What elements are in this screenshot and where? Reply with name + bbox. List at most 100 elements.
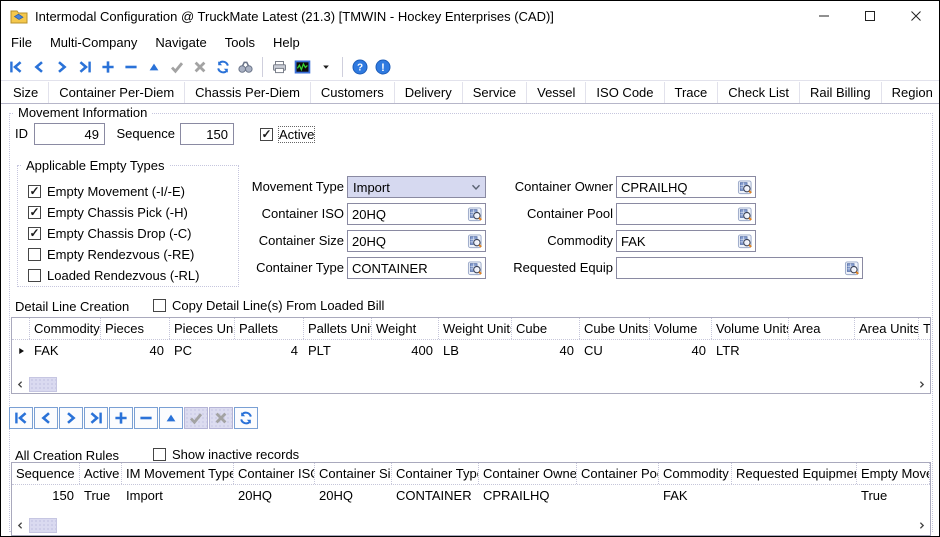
loaded-rendezvous-rl-checkbox[interactable] bbox=[28, 269, 41, 282]
column-header-pallets-units[interactable]: Pallets Units bbox=[304, 318, 372, 339]
next-record-button[interactable] bbox=[50, 55, 73, 78]
nav-first-record-button[interactable] bbox=[9, 407, 33, 429]
requested-equip-field[interactable] bbox=[616, 257, 863, 279]
menu-help[interactable]: Help bbox=[264, 33, 309, 52]
column-header-requested-equipment[interactable]: Requested Equipment bbox=[732, 463, 857, 484]
tab-chassis-per-diem[interactable]: Chassis Per-Diem bbox=[185, 82, 311, 103]
post-edit-button[interactable] bbox=[165, 55, 188, 78]
container-size-lookup-button[interactable] bbox=[466, 233, 483, 250]
close-button[interactable] bbox=[893, 1, 939, 31]
container-pool-field[interactable] bbox=[616, 203, 756, 225]
tab-iso-code[interactable]: ISO Code bbox=[586, 82, 664, 103]
tab-region[interactable]: Region bbox=[882, 82, 940, 103]
column-header-container-owner[interactable]: Container Owner bbox=[479, 463, 577, 484]
column-header-weight[interactable]: Weight bbox=[372, 318, 439, 339]
grid-row[interactable]: FAK40PC4PLT400LB40CU40LTR bbox=[12, 340, 930, 361]
menu-file[interactable]: File bbox=[2, 33, 41, 52]
column-header-area-units[interactable]: Area Units bbox=[855, 318, 919, 339]
container-owner-field[interactable]: CPRAILHQ bbox=[616, 176, 756, 198]
column-header-container-iso[interactable]: Container ISO bbox=[234, 463, 315, 484]
trace-monitor-dropdown-button[interactable] bbox=[314, 55, 337, 78]
container-iso-field[interactable]: 20HQ bbox=[347, 203, 486, 225]
scroll-left-button[interactable] bbox=[12, 377, 29, 393]
copy-detail-lines-checkbox[interactable] bbox=[153, 299, 166, 312]
container-size-field[interactable]: 20HQ bbox=[347, 230, 486, 252]
column-header-empty-mover[interactable]: Empty Mover bbox=[857, 463, 930, 484]
column-header-pieces-units[interactable]: Pieces Units bbox=[170, 318, 235, 339]
nav-delete-record-button[interactable] bbox=[134, 407, 158, 429]
column-header-container-type[interactable]: Container Type bbox=[392, 463, 479, 484]
nav-last-record-button[interactable] bbox=[84, 407, 108, 429]
insert-record-button[interactable] bbox=[96, 55, 119, 78]
delete-record-button[interactable] bbox=[119, 55, 142, 78]
first-record-button[interactable] bbox=[4, 55, 27, 78]
container-type-field[interactable]: CONTAINER bbox=[347, 257, 486, 279]
tab-rail-billing[interactable]: Rail Billing bbox=[800, 82, 882, 103]
movement-type-select[interactable]: Import bbox=[347, 176, 486, 198]
column-header-container-size[interactable]: Container Size bbox=[315, 463, 392, 484]
prior-record-button[interactable] bbox=[27, 55, 50, 78]
container-pool-lookup-button[interactable] bbox=[736, 206, 753, 223]
edit-record-button[interactable] bbox=[142, 55, 165, 78]
nav-post-edit-button[interactable] bbox=[184, 407, 208, 429]
column-header-pieces[interactable]: Pieces bbox=[101, 318, 170, 339]
help-button[interactable]: ? bbox=[348, 55, 371, 78]
id-field[interactable]: 49 bbox=[34, 123, 105, 145]
maximize-button[interactable] bbox=[847, 1, 893, 31]
tab-trace[interactable]: Trace bbox=[665, 82, 719, 103]
column-header-cube-units[interactable]: Cube Units bbox=[580, 318, 650, 339]
column-header-im-movement-type[interactable]: IM Movement Type bbox=[122, 463, 234, 484]
empty-chassis-pick-h-checkbox[interactable] bbox=[28, 206, 41, 219]
empty-chassis-drop-c-checkbox[interactable] bbox=[28, 227, 41, 240]
column-header-container-pool[interactable]: Container Pool bbox=[577, 463, 659, 484]
column-header-volume[interactable]: Volume bbox=[650, 318, 712, 339]
grid-row[interactable]: 150TrueImport20HQ20HQCONTAINERCPRAILHQFA… bbox=[12, 485, 930, 506]
column-header-weight-units[interactable]: Weight Units bbox=[439, 318, 512, 339]
requested-equip-lookup-button[interactable] bbox=[843, 260, 860, 277]
scrollbar-thumb[interactable] bbox=[29, 518, 57, 533]
scroll-right-button[interactable] bbox=[913, 377, 930, 393]
last-record-button[interactable] bbox=[73, 55, 96, 78]
column-header-active[interactable]: Active bbox=[80, 463, 122, 484]
commodity-lookup-button[interactable] bbox=[736, 233, 753, 250]
tab-size[interactable]: Size bbox=[3, 82, 49, 103]
tab-delivery[interactable]: Delivery bbox=[395, 82, 463, 103]
tab-container-per-diem[interactable]: Container Per-Diem bbox=[49, 82, 185, 103]
container-iso-lookup-button[interactable] bbox=[466, 206, 483, 223]
commodity-field[interactable]: FAK bbox=[616, 230, 756, 252]
nav-edit-record-button[interactable] bbox=[159, 407, 183, 429]
scrollbar-thumb[interactable] bbox=[29, 377, 57, 392]
container-owner-lookup-button[interactable] bbox=[736, 179, 753, 196]
menu-navigate[interactable]: Navigate bbox=[146, 33, 215, 52]
empty-movement-i-e-checkbox[interactable] bbox=[28, 185, 41, 198]
sequence-field[interactable]: 150 bbox=[180, 123, 234, 145]
tab-vessel[interactable]: Vessel bbox=[527, 82, 586, 103]
print-button[interactable] bbox=[268, 55, 291, 78]
active-checkbox[interactable] bbox=[260, 128, 273, 141]
search-button[interactable] bbox=[234, 55, 257, 78]
nav-prior-record-button[interactable] bbox=[34, 407, 58, 429]
container-type-lookup-button[interactable] bbox=[466, 260, 483, 277]
column-header-ter[interactable]: Ter bbox=[919, 318, 931, 339]
column-header-cube[interactable]: Cube bbox=[512, 318, 580, 339]
column-header-area[interactable]: Area bbox=[789, 318, 855, 339]
column-header-sequence[interactable]: Sequence bbox=[12, 463, 80, 484]
column-header-volume-units[interactable]: Volume Units bbox=[712, 318, 789, 339]
scroll-left-button[interactable] bbox=[12, 518, 29, 534]
tab-service[interactable]: Service bbox=[463, 82, 527, 103]
menu-tools[interactable]: Tools bbox=[216, 33, 264, 52]
menu-multi-company[interactable]: Multi-Company bbox=[41, 33, 146, 52]
show-inactive-checkbox[interactable] bbox=[153, 448, 166, 461]
nav-insert-record-button[interactable] bbox=[109, 407, 133, 429]
tab-check-list[interactable]: Check List bbox=[718, 82, 800, 103]
info-button[interactable]: ! bbox=[371, 55, 394, 78]
tab-customers[interactable]: Customers bbox=[311, 82, 395, 103]
column-header-pallets[interactable]: Pallets bbox=[235, 318, 304, 339]
trace-monitor-button[interactable] bbox=[291, 55, 314, 78]
nav-next-record-button[interactable] bbox=[59, 407, 83, 429]
minimize-button[interactable] bbox=[801, 1, 847, 31]
nav-cancel-edit-button[interactable] bbox=[209, 407, 233, 429]
refresh-button[interactable] bbox=[211, 55, 234, 78]
column-header-commodity[interactable]: Commodity bbox=[30, 318, 101, 339]
cancel-edit-button[interactable] bbox=[188, 55, 211, 78]
